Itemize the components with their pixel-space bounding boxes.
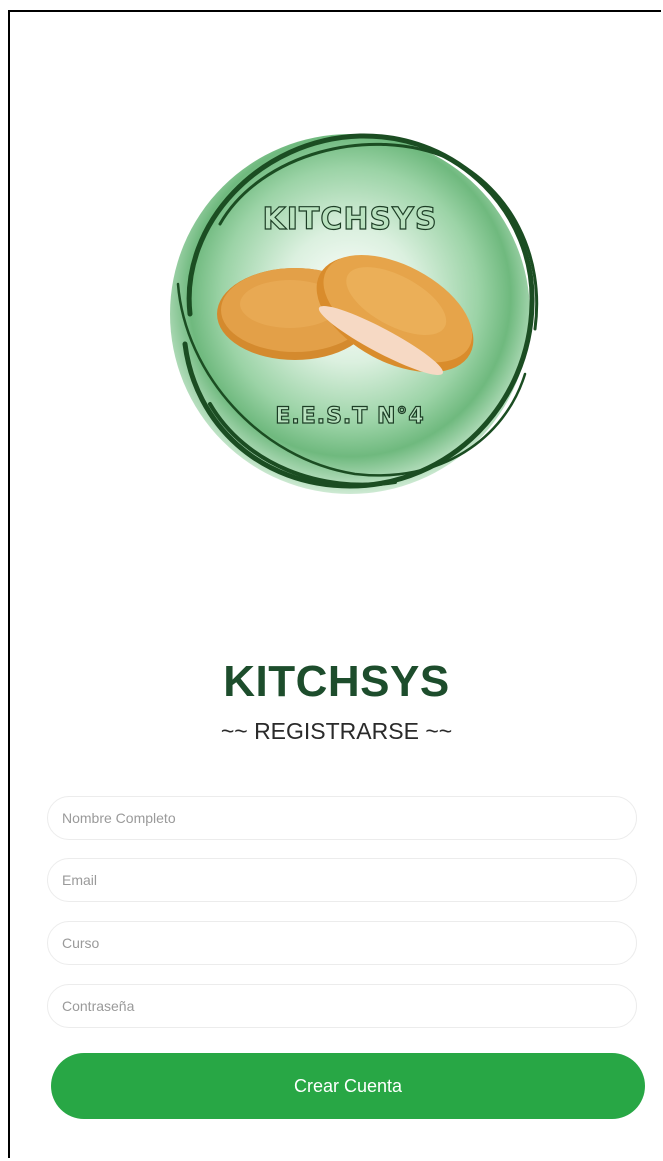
logo-title-text: KITCHSYS	[262, 201, 438, 237]
breaded-cutlet-image	[217, 254, 474, 376]
full-name-input[interactable]	[47, 796, 637, 840]
email-input[interactable]	[47, 858, 637, 902]
page-subtitle: ~~ REGISTRARSE ~~	[220, 718, 453, 744]
password-input[interactable]	[47, 984, 637, 1028]
course-input[interactable]	[47, 921, 637, 965]
logo-school-text: E.E.S.T N°4	[275, 403, 425, 429]
page-title: KITCHSYS	[223, 657, 450, 706]
app-logo: KITCHSYS E.E.S.T N°4	[150, 114, 550, 514]
logo-artwork	[176, 133, 539, 489]
app-frame: KITCHSYS E.E.S.T N°4 KITCHSYS ~~ REGISTR…	[8, 10, 661, 1158]
create-account-button[interactable]: Crear Cuenta	[51, 1053, 645, 1119]
